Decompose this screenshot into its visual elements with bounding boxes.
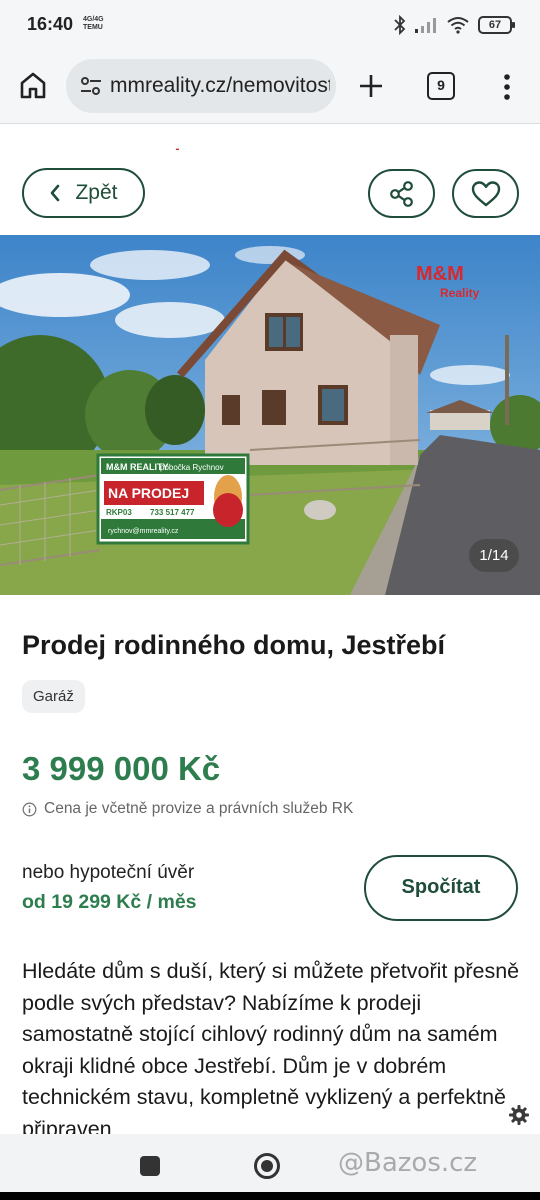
- new-tab-icon[interactable]: [356, 71, 386, 101]
- price-note-text: Cena je včetně provize a právních služeb…: [44, 800, 354, 817]
- carrier-label: 4G/4G TEMU: [83, 16, 104, 31]
- home-icon[interactable]: [18, 70, 48, 100]
- signal-icon: [415, 18, 436, 33]
- watermark: @Bazos.cz: [338, 1148, 478, 1178]
- address-bar[interactable]: mmreality.cz/nemovitosti: [66, 59, 336, 113]
- house-photo-illustration: M&M REALITY pobočka Rychnov NA PRODEJ RK…: [0, 235, 540, 595]
- share-icon: [389, 180, 413, 207]
- listing-description: Hledáte dům s duší, který si můžete přet…: [22, 959, 520, 1134]
- heart-icon: [471, 180, 500, 206]
- share-button[interactable]: [368, 169, 435, 218]
- bluetooth-icon: [394, 15, 406, 35]
- info-icon: [22, 802, 37, 816]
- photo-counter: 1/14: [469, 539, 519, 572]
- price-note: Cena je včetně provize a právních služeb…: [22, 800, 353, 818]
- sign-email: rychnov@mmreality.cz: [108, 528, 179, 535]
- photo-logo-sub: Reality: [440, 286, 480, 300]
- feature-tag: Garáž: [22, 680, 85, 713]
- listing-photo[interactable]: M&M REALITY pobočka Rychnov NA PRODEJ RK…: [0, 235, 540, 595]
- url-text[interactable]: mmreality.cz/nemovitosti: [110, 74, 330, 98]
- settings-button[interactable]: [476, 1066, 540, 1136]
- recent-apps-button[interactable]: [140, 1156, 160, 1176]
- back-button[interactable]: Zpět: [22, 168, 145, 218]
- sign-text: NA PRODEJ: [108, 485, 189, 501]
- home-button[interactable]: [254, 1153, 280, 1179]
- back-label: Zpět: [75, 181, 118, 204]
- site-settings-icon[interactable]: [80, 75, 102, 97]
- browser-toolbar: mmreality.cz/nemovitosti 9: [0, 50, 540, 124]
- calculate-mortgage-button[interactable]: Spočítat: [364, 855, 518, 921]
- mortgage-label: nebo hypoteční úvěr: [22, 862, 195, 883]
- listing-title: Prodej rodinného domu, Jestřebí: [22, 630, 446, 660]
- more-menu-icon[interactable]: [497, 72, 517, 102]
- photo-logo: M&M: [416, 263, 464, 285]
- battery-indicator: 67: [478, 16, 515, 34]
- bottom-edge: [0, 1192, 540, 1200]
- tab-switcher-button[interactable]: 9: [427, 72, 455, 100]
- listing-price: 3 999 000 Kč: [22, 750, 221, 787]
- status-bar: 16:40 4G/4G TEMU 67: [0, 0, 540, 50]
- sign-code: RKP03: [106, 508, 132, 517]
- status-time: 16:40: [27, 14, 74, 34]
- chevron-left-icon: [51, 184, 60, 202]
- clipped-previous-content: ▬▬ ▬▬ ▬ ·: [22, 124, 322, 150]
- sign-phone: 733 517 477: [150, 508, 195, 517]
- favorite-button[interactable]: [452, 169, 519, 218]
- status-icons: 67: [394, 14, 515, 36]
- wifi-icon: [447, 17, 469, 34]
- mortgage-value: od 19 299 Kč / měs: [22, 891, 197, 913]
- sign-branch: pobočka Rychnov: [160, 463, 224, 472]
- gear-icon: [509, 1105, 529, 1125]
